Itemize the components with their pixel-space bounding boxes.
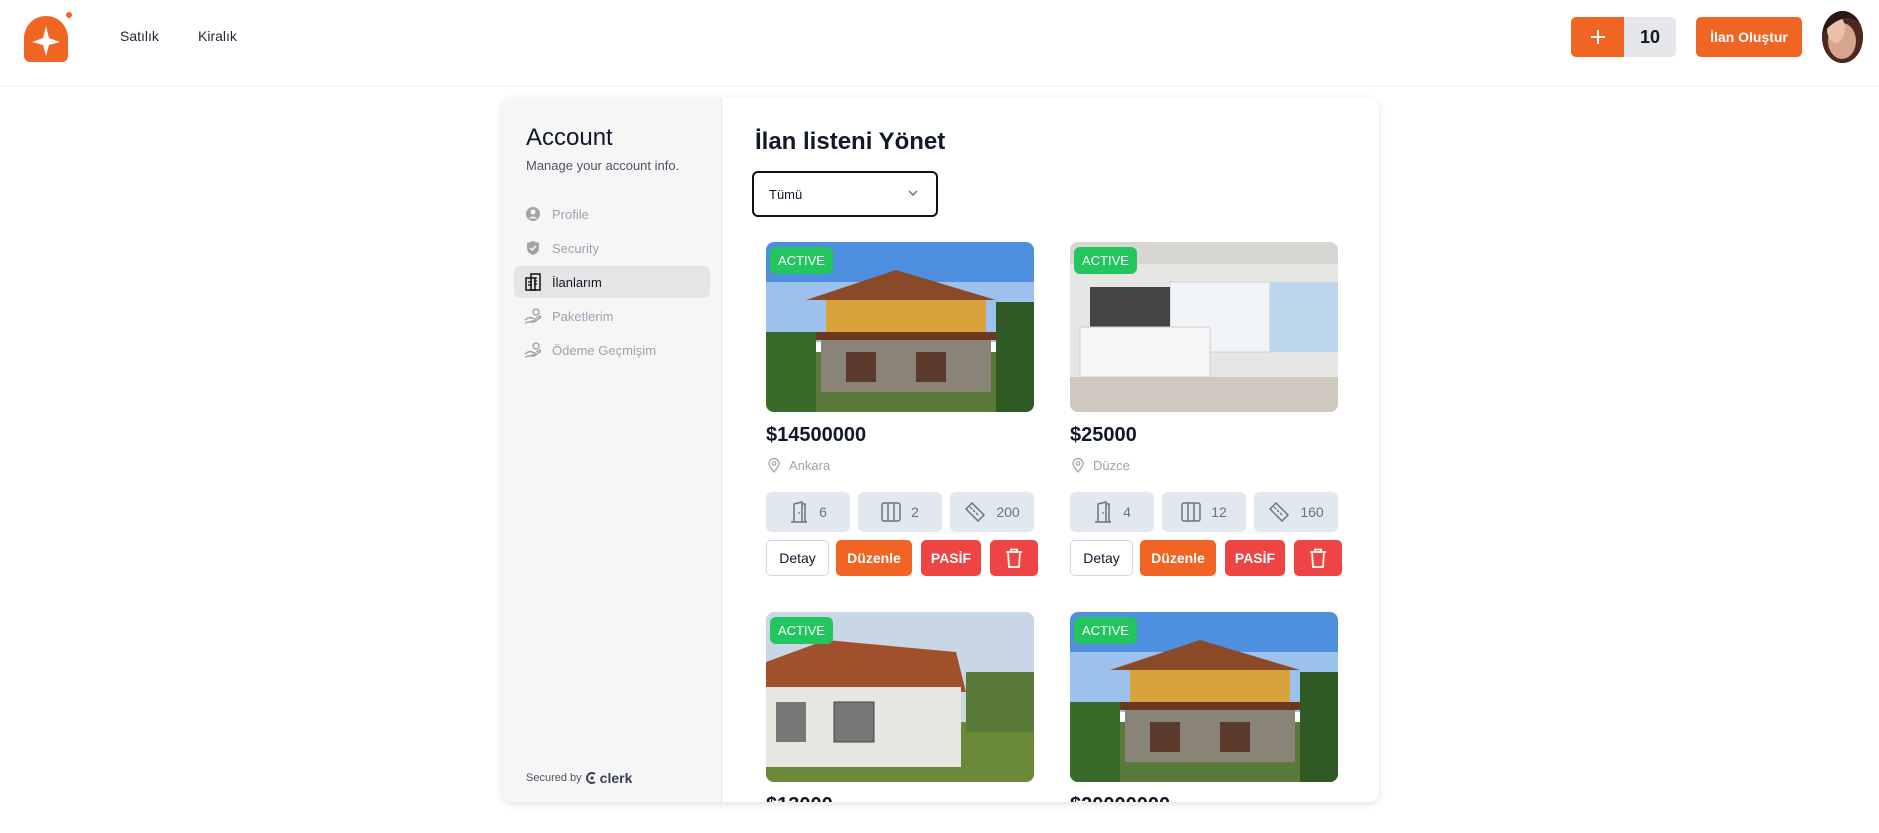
account-title: Account — [526, 124, 613, 151]
sidebar-item-paketlerim[interactable]: Paketlerim — [514, 300, 710, 332]
account-sidebar: Account Manage your account info. Profil… — [502, 98, 722, 802]
user-avatar[interactable] — [1822, 11, 1863, 63]
status-badge: ACTIVE — [1074, 247, 1137, 274]
clerk-logo-icon — [585, 772, 596, 784]
nav-link-satilik[interactable]: Satılık — [120, 28, 159, 44]
door-icon — [1095, 501, 1112, 523]
location-text: Ankara — [789, 458, 831, 473]
listing-price: $25000 — [1070, 424, 1137, 446]
bath-count: 2 — [858, 492, 942, 532]
detail-button[interactable]: Detay — [766, 540, 829, 576]
columns-icon — [881, 502, 901, 522]
room-count: 4 — [1070, 492, 1154, 532]
clerk-brand-text: clerk — [599, 770, 633, 786]
status-badge: ACTIVE — [1074, 617, 1137, 644]
account-subtitle: Manage your account info. — [526, 158, 680, 173]
sidebar-item-label: Profile — [552, 206, 589, 222]
room-count: 6 — [766, 492, 850, 532]
trash-icon — [1310, 548, 1326, 568]
listing-photo[interactable]: ACTIVE — [766, 612, 1034, 782]
account-panel: Account Manage your account info. Profil… — [502, 98, 1379, 802]
listing-price: $20000000 — [1070, 794, 1170, 802]
chevron-down-icon — [908, 190, 918, 197]
listing-photo[interactable]: ACTIVE — [766, 242, 1034, 412]
credit-count: 10 — [1624, 17, 1676, 57]
area-size-value: 200 — [996, 504, 1020, 520]
hand-coins-icon — [524, 341, 542, 359]
delete-button[interactable] — [990, 540, 1038, 576]
deactivate-button[interactable]: PASİF — [921, 540, 981, 576]
shield-icon — [524, 239, 542, 257]
create-listing-button[interactable]: İlan Oluştur — [1696, 17, 1802, 57]
listing-price: $14500000 — [766, 424, 867, 446]
listing-photo[interactable]: ACTIVE — [1070, 242, 1338, 412]
sidebar-item-odeme-gecmisim[interactable]: Ödeme Geçmişim — [514, 334, 710, 366]
status-badge: ACTIVE — [770, 247, 833, 274]
sidebar-item-ilanlarim[interactable]: İlanlarım — [514, 266, 710, 298]
detail-button[interactable]: Detay — [1070, 540, 1133, 576]
delete-button[interactable] — [1294, 540, 1342, 576]
plus-icon — [1590, 30, 1605, 44]
door-icon — [791, 501, 808, 523]
sidebar-item-label: Security — [552, 240, 599, 256]
trash-icon — [1006, 548, 1022, 568]
listings-main: İlan listeni Yönet Tümü ACTIVE $14500000… — [723, 98, 1379, 802]
bath-count: 12 — [1162, 492, 1246, 532]
sidebar-item-label: Ödeme Geçmişim — [552, 342, 657, 358]
edit-button[interactable]: Düzenle — [1140, 540, 1216, 576]
sidebar-item-label: İlanlarım — [552, 274, 602, 290]
listing-location: Ankara — [768, 458, 830, 473]
nav-link-kiralik[interactable]: Kiralık — [198, 28, 237, 44]
listing-price: $13000 — [766, 794, 833, 802]
area-size: 160 — [1254, 492, 1338, 532]
location-text: Düzce — [1093, 458, 1130, 473]
top-navbar: Satılık Kiralık 10 İlan Oluştur — [0, 0, 1879, 87]
secured-by-footer: Secured by clerk — [526, 770, 632, 786]
status-filter-select[interactable]: Tümü — [752, 171, 938, 217]
add-credit-button[interactable] — [1571, 17, 1624, 57]
page-title: İlan listeni Yönet — [755, 128, 946, 155]
ruler-icon — [1269, 501, 1290, 523]
columns-icon — [1181, 502, 1201, 522]
sidebar-item-label: Paketlerim — [552, 308, 614, 324]
deactivate-button[interactable]: PASİF — [1225, 540, 1285, 576]
bath-count-value: 12 — [1211, 504, 1227, 520]
ruler-icon — [965, 501, 986, 523]
user-circle-icon — [524, 205, 542, 223]
clerk-logo[interactable]: clerk — [585, 770, 633, 786]
room-count-value: 4 — [1123, 504, 1131, 520]
room-count-value: 6 — [819, 504, 827, 520]
status-badge: ACTIVE — [770, 617, 833, 644]
area-size: 200 — [950, 492, 1034, 532]
listing-photo[interactable]: ACTIVE — [1070, 612, 1338, 782]
listing-location: Düzce — [1072, 458, 1130, 473]
edit-button[interactable]: Düzenle — [836, 540, 912, 576]
map-pin-icon — [1072, 458, 1084, 473]
secured-by-text: Secured by — [526, 772, 582, 784]
sidebar-item-profile[interactable]: Profile — [514, 198, 710, 230]
hand-coins-icon — [524, 307, 542, 325]
building-icon — [524, 273, 542, 291]
map-pin-icon — [768, 458, 780, 473]
brand-logo-icon[interactable] — [20, 12, 74, 64]
bath-count-value: 2 — [911, 504, 919, 520]
filter-value: Tümü — [769, 186, 803, 202]
sidebar-item-security[interactable]: Security — [514, 232, 710, 264]
area-size-value: 160 — [1300, 504, 1324, 520]
